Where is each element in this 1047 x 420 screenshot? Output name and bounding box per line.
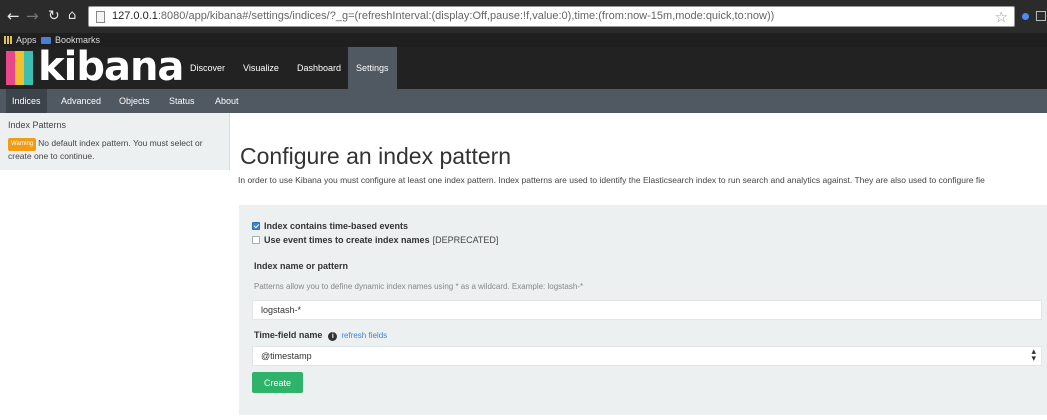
sidebar-header: Index Patterns Warning No default index p… — [0, 113, 230, 170]
bookmark-star-icon[interactable]: ☆ — [995, 8, 1008, 26]
deprecated-tag: [DEPRECATED] — [432, 235, 499, 245]
subtab-advanced[interactable]: Advanced — [55, 89, 107, 113]
event-times-label: Use event times to create index names — [264, 235, 430, 245]
address-bar[interactable]: 127.0.0.1:8080/app/kibana#/settings/indi… — [88, 6, 1015, 27]
reload-icon[interactable]: ↻ — [48, 7, 60, 25]
subtab-status[interactable]: Status — [163, 89, 201, 113]
time-field-label: Time-field name — [254, 330, 323, 340]
event-times-checkbox[interactable] — [252, 236, 260, 244]
sidebar-title: Index Patterns — [8, 120, 67, 130]
logo-bar-yellow — [15, 51, 24, 85]
time-based-checkbox-row[interactable]: Index contains time-based events — [252, 221, 408, 231]
tab-settings[interactable]: Settings — [348, 47, 397, 89]
warning-badge: Warning — [8, 138, 37, 151]
tab-visualize[interactable]: Visualize — [235, 47, 287, 89]
folder-icon — [41, 36, 51, 44]
page-title: Configure an index pattern — [240, 143, 512, 169]
create-button[interactable]: Create — [252, 372, 303, 393]
select-updown-icon: ▴ ▾ — [1031, 347, 1036, 364]
back-icon[interactable]: ← — [7, 7, 20, 25]
time-field-label-row: Time-field name i refresh fields — [254, 330, 387, 341]
home-icon[interactable]: ⌂ — [68, 7, 76, 25]
kibana-logo-text[interactable]: kibana — [38, 44, 184, 90]
tab-dashboard[interactable]: Dashboard — [289, 47, 349, 89]
extension-icon[interactable] — [1022, 13, 1029, 20]
subtab-indices[interactable]: Indices — [6, 89, 47, 113]
subtab-objects[interactable]: Objects — [113, 89, 156, 113]
logo-bar-teal — [24, 51, 33, 85]
warning-text: No default index pattern. You must selec… — [8, 138, 203, 161]
index-patterns-sidebar: Index Patterns Warning No default index p… — [0, 113, 230, 420]
subtab-about[interactable]: About — [209, 89, 245, 113]
browser-toolbar: ← → ↻ ⌂ 127.0.0.1:8080/app/kibana#/setti… — [0, 0, 1047, 33]
page-icon — [96, 11, 105, 23]
index-name-label: Index name or pattern — [254, 261, 349, 271]
settings-subnav: Indices Advanced Objects Status About — [0, 89, 1047, 113]
info-icon[interactable]: i — [328, 332, 338, 341]
index-name-input[interactable] — [252, 300, 1042, 320]
logo-bar-pink — [6, 51, 15, 85]
apps-bookmark[interactable]: Apps — [4, 34, 37, 46]
event-times-checkbox-row[interactable]: Use event times to create index names [D… — [252, 235, 498, 245]
forward-icon[interactable]: → — [26, 7, 39, 25]
warning-message: Warning No default index pattern. You mus… — [8, 138, 221, 162]
page-description: In order to use Kibana you must configur… — [238, 175, 985, 185]
refresh-fields-link[interactable]: refresh fields — [341, 331, 387, 340]
url-text[interactable]: 127.0.0.1:8080/app/kibana#/settings/indi… — [112, 10, 774, 22]
index-name-hint: Patterns allow you to define dynamic ind… — [254, 282, 584, 291]
time-field-select[interactable]: @timestamp ▴ ▾ — [252, 346, 1042, 366]
kibana-logo-mark[interactable] — [6, 51, 33, 85]
kibana-header: kibana Discover Visualize Dashboard Sett… — [0, 44, 1047, 90]
tab-discover[interactable]: Discover — [182, 47, 233, 89]
time-based-label: Index contains time-based events — [264, 221, 409, 231]
time-based-checkbox[interactable] — [252, 222, 260, 230]
browser-menu-icon[interactable] — [1036, 11, 1046, 21]
time-field-value: @timestamp — [261, 351, 312, 361]
main-content: Configure an index pattern In order to u… — [230, 113, 1047, 420]
apps-grid-icon — [4, 36, 12, 44]
index-pattern-form: Index contains time-based events Use eve… — [239, 205, 1047, 415]
